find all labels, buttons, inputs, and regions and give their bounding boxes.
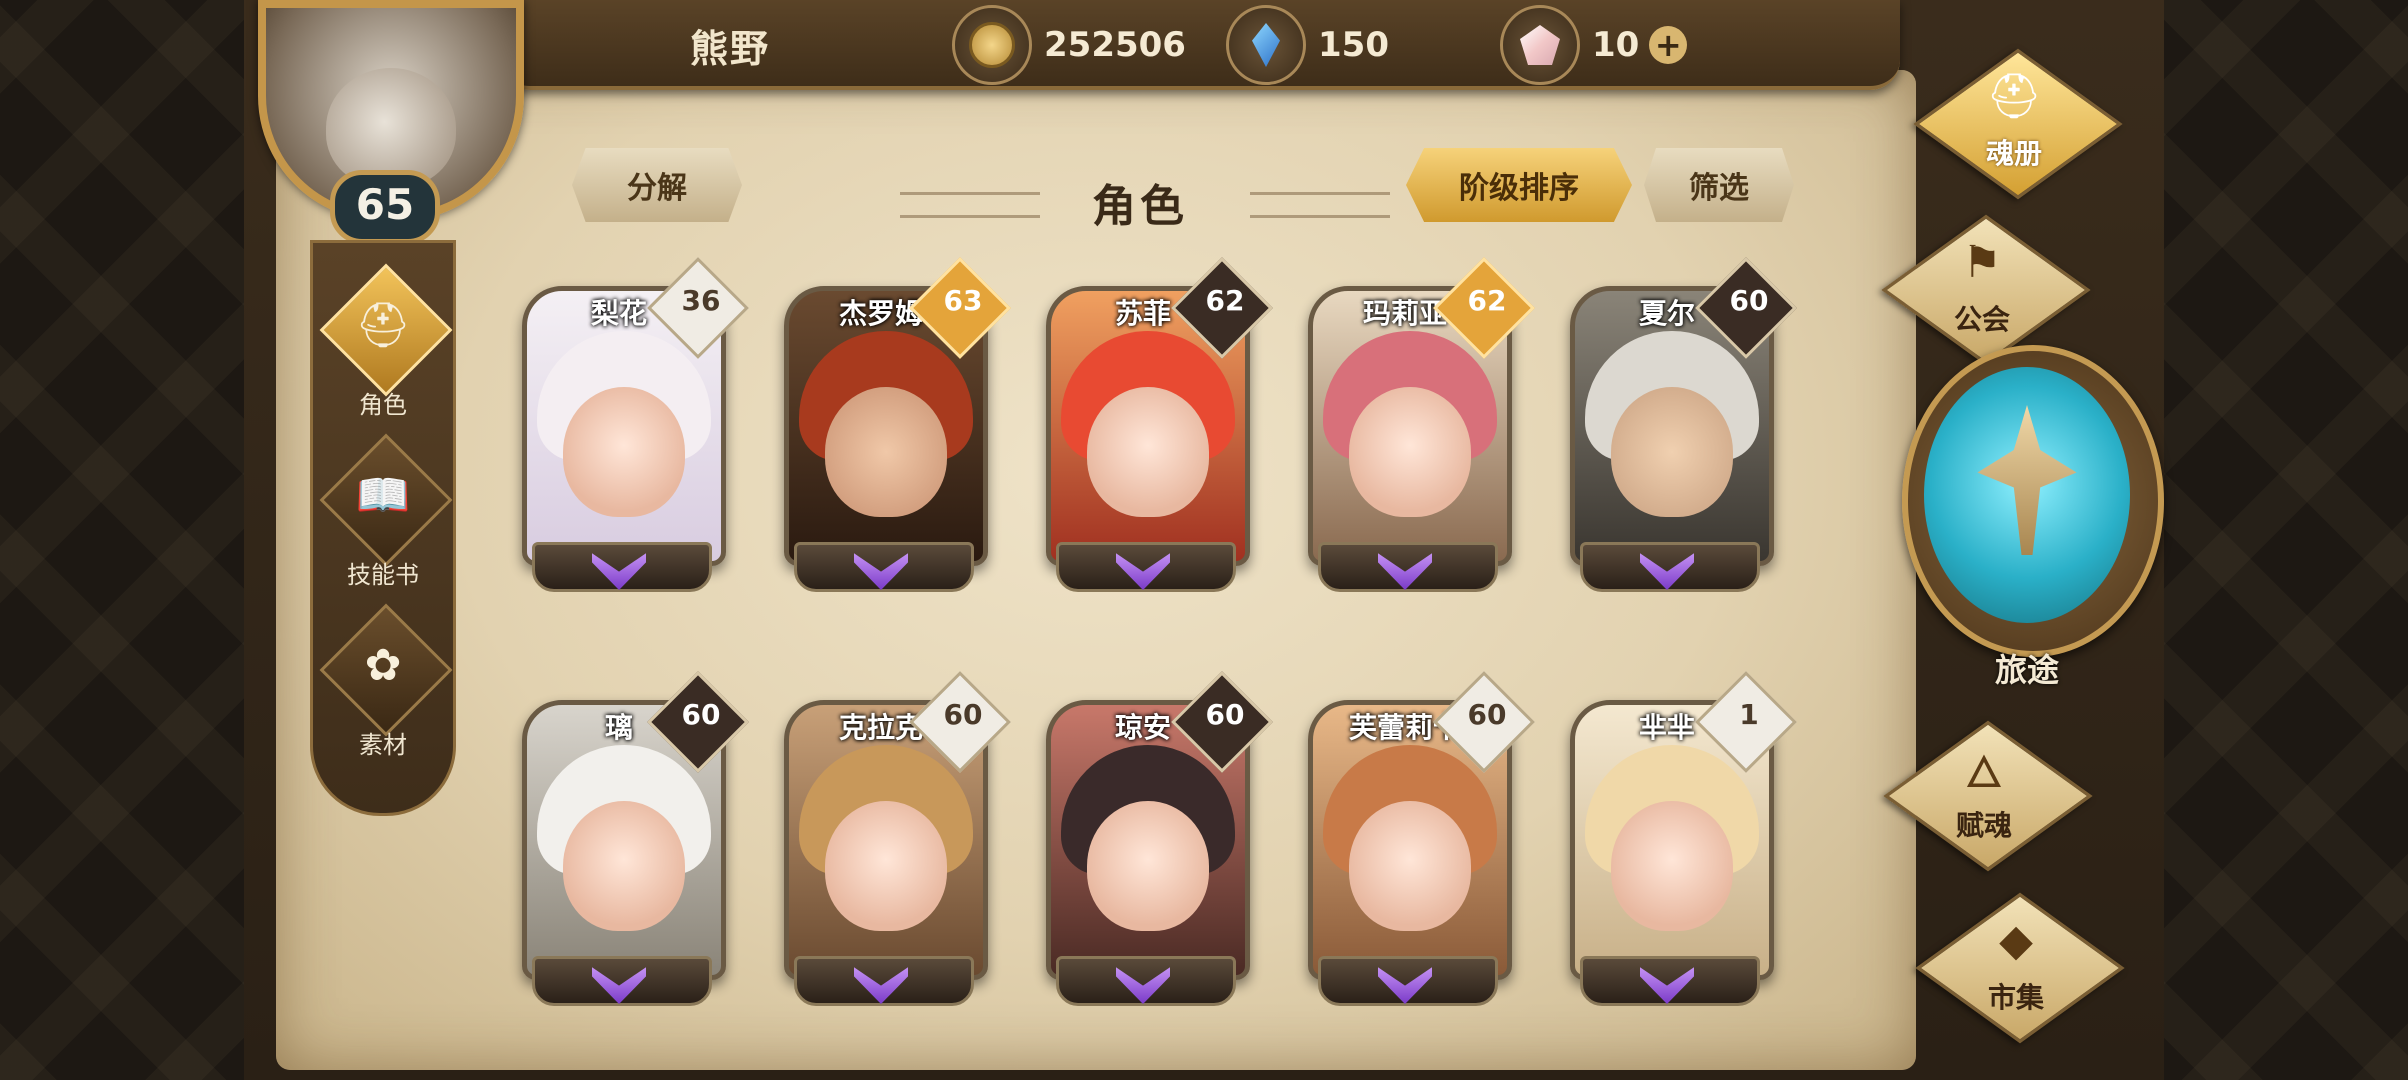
market-label: 市集 — [1987, 981, 2044, 1014]
filter-button[interactable]: 筛选 — [1644, 148, 1794, 222]
character-level: 62 — [1205, 284, 1245, 317]
blue-crystal-resource: 150 — [1226, 5, 1389, 85]
helmet-icon: ⛑ — [1986, 71, 2042, 122]
nav-item-materials[interactable]: ✿ 素材 — [313, 603, 453, 773]
gold-value: 252506 — [1044, 25, 1186, 65]
player-level-badge: 65 — [330, 170, 440, 244]
decompose-button[interactable]: 分解 — [572, 148, 742, 222]
sort-by-rank-button[interactable]: 阶级排序 — [1406, 148, 1632, 222]
nav-item-skill-books[interactable]: 📖 技能书 — [313, 433, 453, 603]
nav-label: 素材 — [359, 731, 407, 759]
character-card[interactable]: 玛莉亚 62 — [1300, 257, 1535, 592]
character-card[interactable]: 夏尔 60 — [1562, 257, 1797, 592]
pink-crystal-icon — [1500, 5, 1580, 85]
soul-book-button[interactable]: ⛑ 魂册 — [1913, 48, 2123, 200]
character-card[interactable]: 梨花 36 — [514, 257, 749, 592]
soul-book-label: 魂册 — [1985, 137, 2042, 170]
left-nav: ⛑ 角色 📖 技能书 ✿ 素材 — [310, 240, 456, 816]
blue-crystal-icon — [1226, 5, 1306, 85]
character-level: 60 — [1467, 698, 1507, 731]
character-card[interactable]: 芈芈 1 — [1562, 671, 1797, 1006]
character-card[interactable]: 琼安 60 — [1038, 671, 1273, 1006]
character-card[interactable]: 杰罗姆 63 — [776, 257, 1011, 592]
market-button[interactable]: ◆ 市集 — [1915, 892, 2125, 1044]
character-level: 36 — [681, 284, 721, 317]
character-card[interactable]: 璃 60 — [514, 671, 749, 1006]
title-ornament-left — [900, 192, 1040, 218]
talent-label: 赋魂 — [1955, 809, 2012, 842]
nav-label: 技能书 — [347, 561, 419, 589]
nav-label: 角色 — [359, 391, 407, 419]
guild-banner-icon: ⚑ — [1962, 236, 2002, 288]
journey-label: 旅途 — [1994, 651, 2059, 689]
title-ornament-right — [1250, 192, 1390, 218]
journey-button[interactable]: 旅途 — [1902, 345, 2164, 689]
gem-icon: ◆ — [1999, 914, 2033, 966]
helmet-icon: ⛑ — [355, 300, 411, 351]
nav-item-characters[interactable]: ⛑ 角色 — [313, 263, 453, 433]
gold-resource: 252506 — [952, 5, 1186, 85]
character-card[interactable]: 克拉克 60 — [776, 671, 1011, 1006]
character-level: 60 — [1205, 698, 1245, 731]
flame-icon: 🜂 — [1964, 747, 2004, 798]
character-level: 62 — [1467, 284, 1507, 317]
gold-coin-icon — [952, 5, 1032, 85]
pink-crystal-value: 10 — [1592, 25, 1640, 65]
character-level: 60 — [681, 698, 721, 731]
guild-button[interactable]: ⚑ 公会 — [1881, 214, 2091, 366]
skill-book-icon: 📖 — [355, 470, 411, 521]
player-avatar[interactable]: 65 — [248, 0, 524, 244]
page-title: 角色 — [1092, 181, 1188, 232]
character-card[interactable]: 芙蕾莉卡 60 — [1300, 671, 1535, 1006]
character-level: 60 — [943, 698, 983, 731]
character-level: 1 — [1739, 698, 1759, 731]
character-card[interactable]: 苏菲 62 — [1038, 257, 1273, 592]
material-icon: ✿ — [364, 639, 402, 691]
guild-label: 公会 — [1953, 303, 2010, 336]
pink-crystal-resource: 10 + — [1500, 5, 1688, 85]
add-crystal-button[interactable]: + — [1649, 26, 1688, 64]
talent-button[interactable]: 🜂 赋魂 — [1883, 720, 2093, 872]
character-level: 60 — [1729, 284, 1769, 317]
blue-crystal-value: 150 — [1318, 25, 1389, 65]
character-level: 63 — [943, 284, 983, 317]
player-name: 熊野 — [690, 27, 771, 71]
